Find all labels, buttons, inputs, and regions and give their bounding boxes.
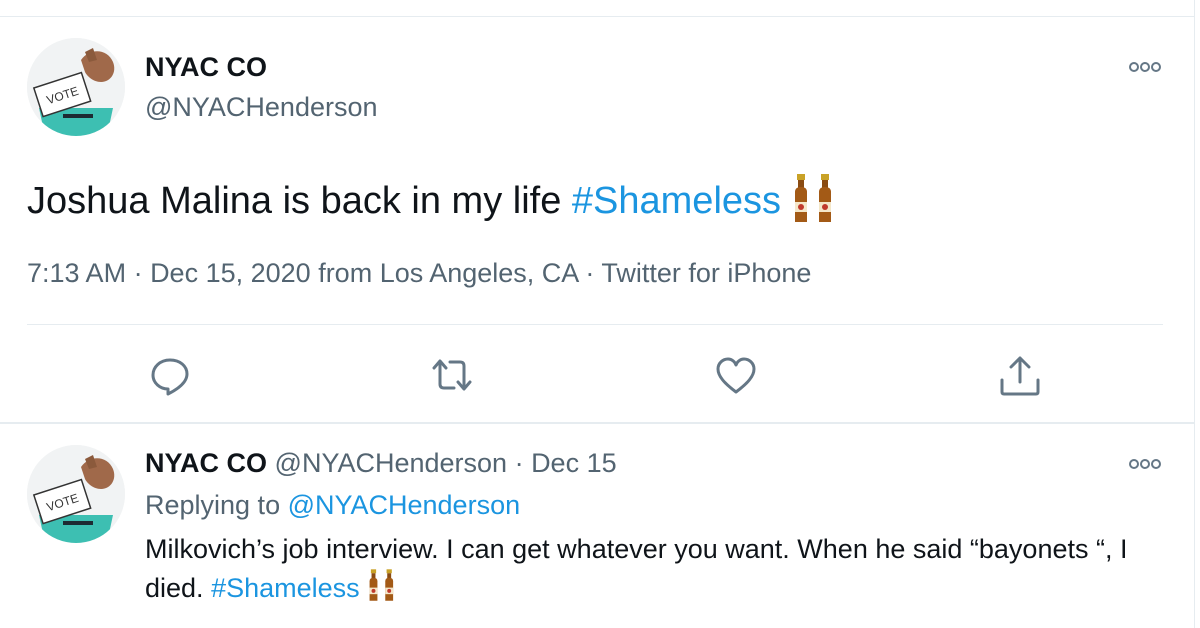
separator: · xyxy=(577,258,602,288)
avatar[interactable]: VOTE xyxy=(27,38,125,136)
replying-handle-link[interactable]: @NYACHenderson xyxy=(288,490,521,520)
reply-header: NYAC CO @NYACHenderson · Dec 15 xyxy=(145,448,617,479)
tweet-location[interactable]: from Los Angeles, CA xyxy=(311,258,578,288)
tweet-metadata: 7:13 AM · Dec 15, 2020 from Los Angeles,… xyxy=(27,258,811,289)
metadata-divider xyxy=(27,324,1163,325)
hashtag-link[interactable]: #Shameless xyxy=(572,180,781,222)
tweet-body: Joshua Malina is back in my life xyxy=(27,180,572,223)
tweet-source[interactable]: Twitter for iPhone xyxy=(601,258,811,288)
beers-emoji xyxy=(792,172,836,234)
more-options-icon[interactable] xyxy=(1128,457,1162,471)
tweet-thread: VOTE NYAC CO @NYACHenderson Joshua Malin… xyxy=(0,0,1195,628)
tweet-actions xyxy=(0,354,1194,398)
top-divider xyxy=(0,16,1194,17)
share-icon[interactable] xyxy=(998,354,1042,398)
reply-text: Milkovich’s job interview. I can get wha… xyxy=(145,530,1155,612)
tweet-time[interactable]: 7:13 AM xyxy=(27,258,126,288)
beers-emoji xyxy=(367,568,397,612)
vote-avatar-image: VOTE xyxy=(27,445,125,543)
separator: · xyxy=(126,258,151,288)
more-options-icon[interactable] xyxy=(1128,60,1162,74)
tweet-divider xyxy=(0,422,1194,424)
vote-avatar-image: VOTE xyxy=(27,38,125,136)
user-handle[interactable]: @NYACHenderson xyxy=(275,448,508,478)
heart-icon[interactable] xyxy=(714,354,758,398)
user-handle[interactable]: @NYACHenderson xyxy=(145,92,378,123)
reply-date[interactable]: Dec 15 xyxy=(531,448,617,478)
hashtag-link[interactable]: #Shameless xyxy=(211,573,360,603)
separator: · xyxy=(507,448,532,478)
retweet-icon[interactable] xyxy=(430,354,474,398)
reply-icon[interactable] xyxy=(148,354,192,398)
replying-to: Replying to @NYACHenderson xyxy=(145,490,520,521)
tweet-text: Joshua Malina is back in my life #Shamel… xyxy=(27,172,836,234)
tweet-date[interactable]: Dec 15, 2020 xyxy=(150,258,311,288)
display-name[interactable]: NYAC CO xyxy=(145,52,267,83)
display-name[interactable]: NYAC CO xyxy=(145,448,267,478)
replying-prefix: Replying to xyxy=(145,490,288,520)
avatar[interactable]: VOTE xyxy=(27,445,125,543)
